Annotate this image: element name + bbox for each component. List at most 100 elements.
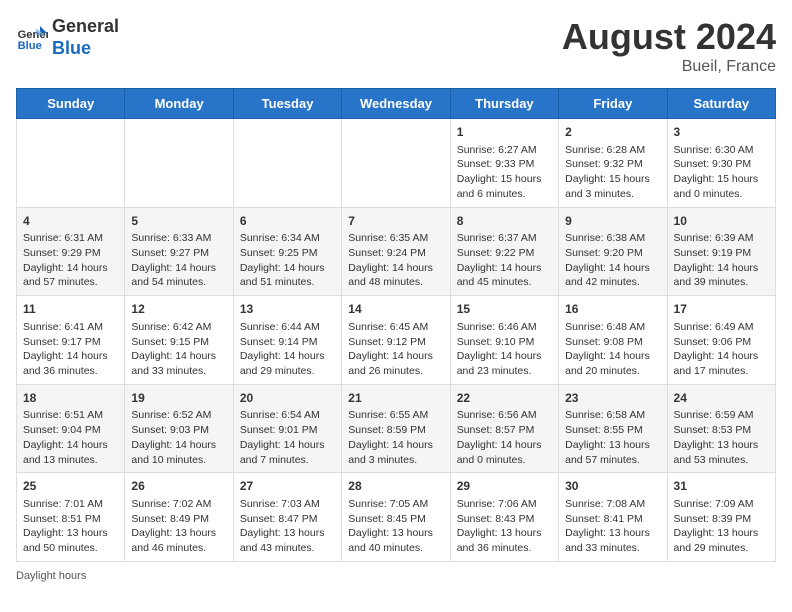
day-info: Sunrise: 6:46 AM bbox=[457, 320, 552, 335]
calendar-cell: 9Sunrise: 6:38 AMSunset: 9:20 PMDaylight… bbox=[559, 207, 667, 296]
day-info: Sunrise: 6:51 AM bbox=[23, 408, 118, 423]
calendar-cell bbox=[233, 119, 341, 208]
day-info: Sunset: 8:45 PM bbox=[348, 512, 443, 527]
day-number: 31 bbox=[674, 478, 769, 495]
calendar-cell: 11Sunrise: 6:41 AMSunset: 9:17 PMDayligh… bbox=[17, 296, 125, 385]
day-number: 10 bbox=[674, 213, 769, 230]
day-info: Sunrise: 6:59 AM bbox=[674, 408, 769, 423]
logo-blue: Blue bbox=[52, 38, 119, 60]
day-info: Daylight: 14 hours and 51 minutes. bbox=[240, 261, 335, 290]
day-info: Sunset: 9:15 PM bbox=[131, 335, 226, 350]
day-info: Sunset: 8:41 PM bbox=[565, 512, 660, 527]
week-row-1: 1Sunrise: 6:27 AMSunset: 9:33 PMDaylight… bbox=[17, 119, 776, 208]
day-number: 29 bbox=[457, 478, 552, 495]
week-row-2: 4Sunrise: 6:31 AMSunset: 9:29 PMDaylight… bbox=[17, 207, 776, 296]
day-info: Sunrise: 7:08 AM bbox=[565, 497, 660, 512]
calendar-cell: 18Sunrise: 6:51 AMSunset: 9:04 PMDayligh… bbox=[17, 384, 125, 473]
day-info: Sunrise: 6:35 AM bbox=[348, 231, 443, 246]
day-number: 18 bbox=[23, 390, 118, 407]
day-number: 26 bbox=[131, 478, 226, 495]
calendar-cell: 7Sunrise: 6:35 AMSunset: 9:24 PMDaylight… bbox=[342, 207, 450, 296]
day-info: Daylight: 13 hours and 29 minutes. bbox=[674, 526, 769, 555]
day-info: Sunset: 8:59 PM bbox=[348, 423, 443, 438]
day-info: Daylight: 14 hours and 7 minutes. bbox=[240, 438, 335, 467]
day-number: 12 bbox=[131, 301, 226, 318]
day-number: 5 bbox=[131, 213, 226, 230]
day-number: 14 bbox=[348, 301, 443, 318]
day-info: Sunrise: 6:34 AM bbox=[240, 231, 335, 246]
day-info: Daylight: 14 hours and 48 minutes. bbox=[348, 261, 443, 290]
day-info: Sunset: 9:22 PM bbox=[457, 246, 552, 261]
day-info: Daylight: 14 hours and 13 minutes. bbox=[23, 438, 118, 467]
header-cell-thursday: Thursday bbox=[450, 89, 558, 119]
calendar-cell: 25Sunrise: 7:01 AMSunset: 8:51 PMDayligh… bbox=[17, 473, 125, 562]
calendar-cell: 27Sunrise: 7:03 AMSunset: 8:47 PMDayligh… bbox=[233, 473, 341, 562]
day-info: Sunset: 9:06 PM bbox=[674, 335, 769, 350]
calendar-cell: 26Sunrise: 7:02 AMSunset: 8:49 PMDayligh… bbox=[125, 473, 233, 562]
day-info: Daylight: 14 hours and 10 minutes. bbox=[131, 438, 226, 467]
day-number: 17 bbox=[674, 301, 769, 318]
day-info: Daylight: 13 hours and 43 minutes. bbox=[240, 526, 335, 555]
day-info: Daylight: 14 hours and 36 minutes. bbox=[23, 349, 118, 378]
day-number: 7 bbox=[348, 213, 443, 230]
calendar-cell: 2Sunrise: 6:28 AMSunset: 9:32 PMDaylight… bbox=[559, 119, 667, 208]
calendar-cell: 19Sunrise: 6:52 AMSunset: 9:03 PMDayligh… bbox=[125, 384, 233, 473]
month-title: August 2024 bbox=[562, 16, 776, 58]
day-number: 23 bbox=[565, 390, 660, 407]
day-info: Sunset: 8:55 PM bbox=[565, 423, 660, 438]
day-info: Daylight: 14 hours and 54 minutes. bbox=[131, 261, 226, 290]
day-info: Sunset: 9:25 PM bbox=[240, 246, 335, 261]
calendar-cell: 22Sunrise: 6:56 AMSunset: 8:57 PMDayligh… bbox=[450, 384, 558, 473]
day-info: Sunset: 8:53 PM bbox=[674, 423, 769, 438]
calendar-cell: 6Sunrise: 6:34 AMSunset: 9:25 PMDaylight… bbox=[233, 207, 341, 296]
day-info: Daylight: 14 hours and 42 minutes. bbox=[565, 261, 660, 290]
day-info: Sunset: 9:14 PM bbox=[240, 335, 335, 350]
day-info: Sunrise: 6:28 AM bbox=[565, 143, 660, 158]
calendar-cell: 10Sunrise: 6:39 AMSunset: 9:19 PMDayligh… bbox=[667, 207, 775, 296]
day-info: Daylight: 13 hours and 40 minutes. bbox=[348, 526, 443, 555]
day-info: Daylight: 14 hours and 26 minutes. bbox=[348, 349, 443, 378]
day-info: Sunset: 9:19 PM bbox=[674, 246, 769, 261]
day-info: Sunrise: 6:49 AM bbox=[674, 320, 769, 335]
calendar-cell: 8Sunrise: 6:37 AMSunset: 9:22 PMDaylight… bbox=[450, 207, 558, 296]
calendar-cell: 15 Sunrise: 6:46 AMSunset: 9:10 PMDayligh… bbox=[450, 296, 558, 385]
page-header: General Blue General Blue August 2024 Bu… bbox=[16, 16, 776, 76]
daylight-label: Daylight hours bbox=[16, 570, 86, 582]
calendar-cell: 28Sunrise: 7:05 AMSunset: 8:45 PMDayligh… bbox=[342, 473, 450, 562]
day-info: Sunrise: 6:31 AM bbox=[23, 231, 118, 246]
day-info: Daylight: 14 hours and 57 minutes. bbox=[23, 261, 118, 290]
day-number: 15 bbox=[457, 301, 552, 318]
calendar-cell: 14Sunrise: 6:45 AMSunset: 9:12 PMDayligh… bbox=[342, 296, 450, 385]
day-info: Daylight: 13 hours and 46 minutes. bbox=[131, 526, 226, 555]
day-info: Daylight: 14 hours and 23 minutes. bbox=[457, 349, 552, 378]
day-info: Sunset: 9:10 PM bbox=[457, 335, 552, 350]
day-info: Sunset: 9:27 PM bbox=[131, 246, 226, 261]
day-number: 19 bbox=[131, 390, 226, 407]
week-row-3: 11Sunrise: 6:41 AMSunset: 9:17 PMDayligh… bbox=[17, 296, 776, 385]
week-row-4: 18Sunrise: 6:51 AMSunset: 9:04 PMDayligh… bbox=[17, 384, 776, 473]
day-number: 16 bbox=[565, 301, 660, 318]
day-info: Sunrise: 7:02 AM bbox=[131, 497, 226, 512]
calendar-cell bbox=[342, 119, 450, 208]
day-number: 11 bbox=[23, 301, 118, 318]
calendar-cell: 30Sunrise: 7:08 AMSunset: 8:41 PMDayligh… bbox=[559, 473, 667, 562]
calendar-cell: 16Sunrise: 6:48 AMSunset: 9:08 PMDayligh… bbox=[559, 296, 667, 385]
day-info: Daylight: 14 hours and 45 minutes. bbox=[457, 261, 552, 290]
day-info: Sunrise: 6:33 AM bbox=[131, 231, 226, 246]
calendar-cell bbox=[17, 119, 125, 208]
day-number: 22 bbox=[457, 390, 552, 407]
calendar-cell: 4Sunrise: 6:31 AMSunset: 9:29 PMDaylight… bbox=[17, 207, 125, 296]
day-info: Daylight: 13 hours and 50 minutes. bbox=[23, 526, 118, 555]
calendar-cell: 23Sunrise: 6:58 AMSunset: 8:55 PMDayligh… bbox=[559, 384, 667, 473]
day-info: Sunrise: 6:44 AM bbox=[240, 320, 335, 335]
day-info: Sunset: 9:32 PM bbox=[565, 157, 660, 172]
day-number: 3 bbox=[674, 124, 769, 141]
day-number: 28 bbox=[348, 478, 443, 495]
day-info: Daylight: 14 hours and 0 minutes. bbox=[457, 438, 552, 467]
day-number: 2 bbox=[565, 124, 660, 141]
day-info: Daylight: 15 hours and 0 minutes. bbox=[674, 172, 769, 201]
day-number: 20 bbox=[240, 390, 335, 407]
day-number: 13 bbox=[240, 301, 335, 318]
header-cell-saturday: Saturday bbox=[667, 89, 775, 119]
day-info: Sunrise: 6:55 AM bbox=[348, 408, 443, 423]
